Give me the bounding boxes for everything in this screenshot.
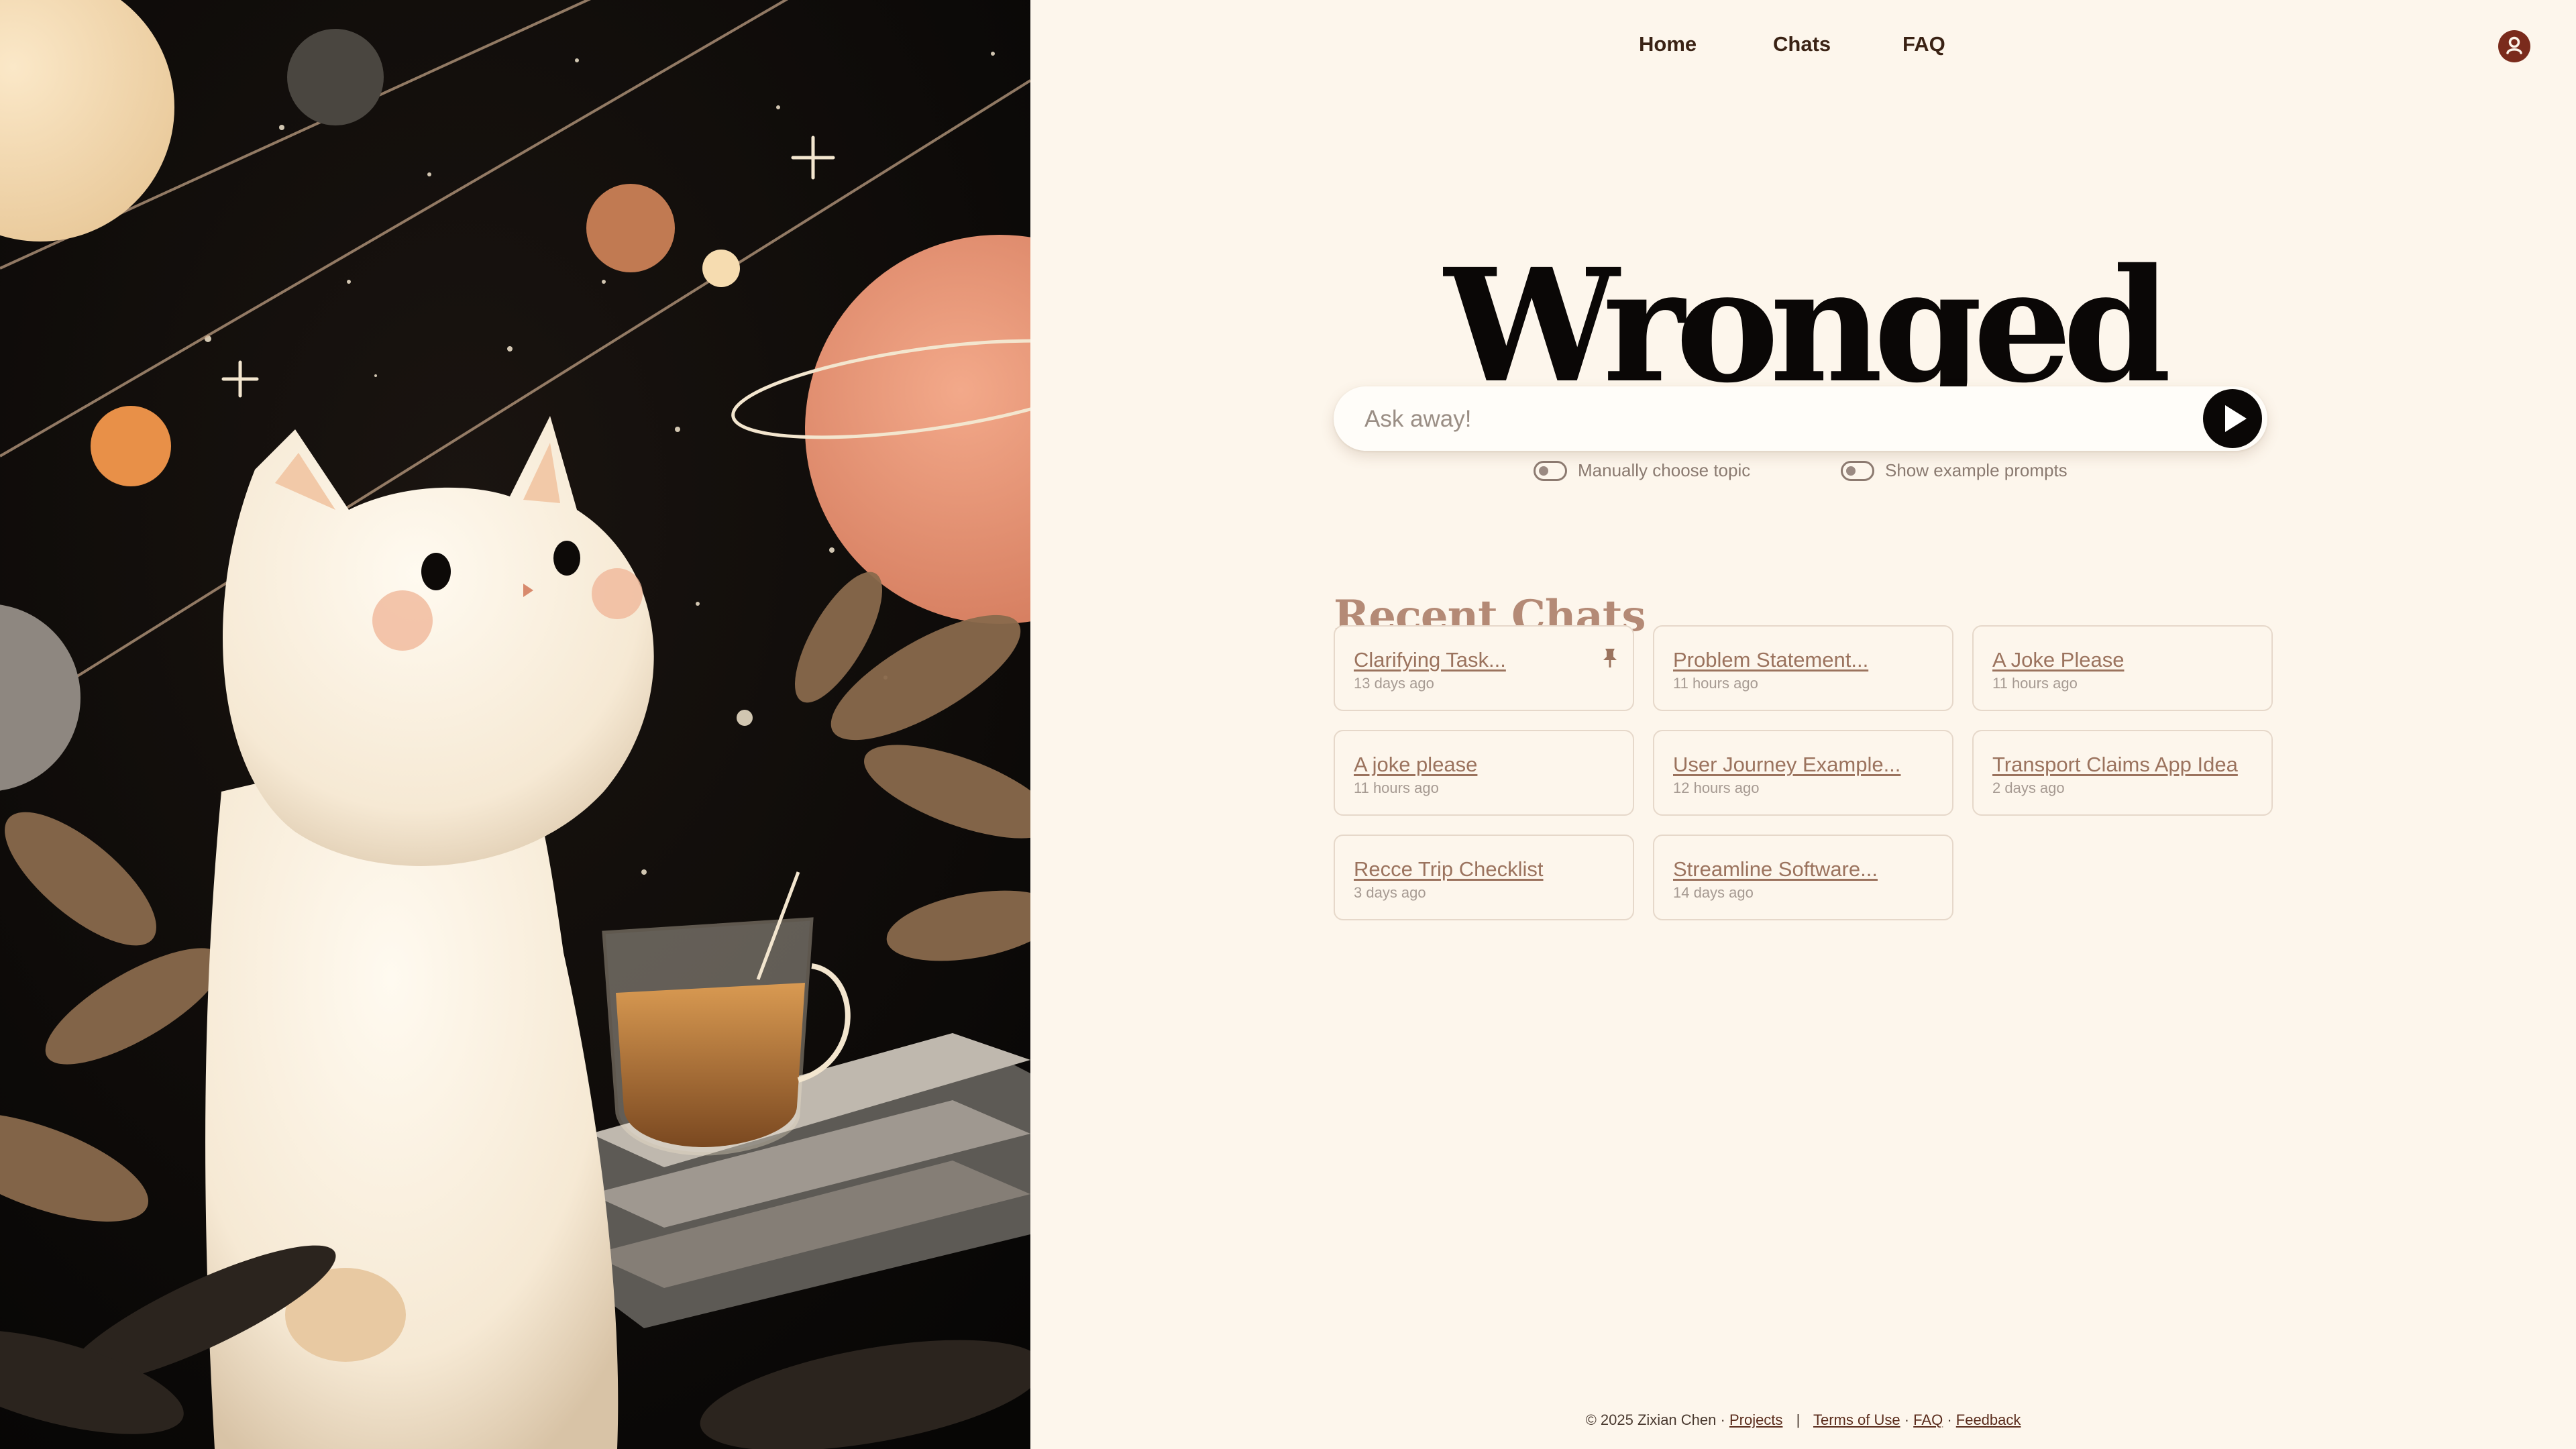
search-input[interactable] — [1363, 386, 2171, 452]
chat-card[interactable]: User Journey Example... 12 hours ago — [1653, 730, 1953, 816]
chat-card[interactable]: Streamline Software... 14 days ago — [1653, 835, 1953, 920]
chat-card-time: 3 days ago — [1354, 884, 1426, 901]
footer-terms-link[interactable]: Terms of Use — [1813, 1411, 1900, 1428]
cat-space-illustration — [0, 0, 1030, 1449]
page-footer: © 2025 Zixian Chen · Projects | Terms of… — [1030, 1411, 2576, 1429]
user-avatar-icon — [2506, 36, 2522, 54]
footer-separator: | — [1796, 1411, 1801, 1428]
main-panel: Home Chats FAQ Wronged Manually choose t… — [1030, 0, 2576, 1449]
brand-title: Wronged — [1444, 234, 2171, 418]
chat-card[interactable]: Clarifying Task... 13 days ago — [1334, 625, 1634, 711]
manual-topic-switch[interactable] — [1534, 460, 1567, 481]
chat-card[interactable]: A Joke Please 11 hours ago — [1972, 625, 2273, 711]
footer-dot: · — [1947, 1411, 1952, 1428]
example-prompts-toggle[interactable]: Show example prompts — [1841, 460, 2068, 481]
send-button[interactable] — [2203, 389, 2262, 448]
chat-card-time: 14 days ago — [1673, 884, 1754, 901]
example-prompts-switch[interactable] — [1841, 460, 1874, 481]
nav-home-link[interactable]: Home — [1639, 32, 1697, 56]
footer-copyright: © 2025 Zixian Chen · — [1585, 1411, 1725, 1428]
chat-card-time: 2 days ago — [1992, 780, 2065, 796]
chat-card-time: 11 hours ago — [1992, 675, 2078, 692]
toggle-row: Manually choose topic Show example promp… — [1030, 460, 2576, 487]
chat-card-title[interactable]: Transport Claims App Idea — [1992, 753, 2238, 777]
chat-card[interactable]: Recce Trip Checklist 3 days ago — [1334, 835, 1634, 920]
chat-card-time: 11 hours ago — [1673, 675, 1758, 692]
hero-illustration — [0, 0, 1030, 1449]
top-nav: Home Chats FAQ — [1030, 32, 2576, 62]
chat-card-title[interactable]: A joke please — [1354, 753, 1477, 777]
chat-card-time: 12 hours ago — [1673, 780, 1760, 796]
chat-card-time: 13 days ago — [1354, 675, 1434, 692]
user-avatar-button[interactable] — [2498, 30, 2530, 62]
manual-topic-label: Manually choose topic — [1578, 460, 1751, 480]
search-bar — [1334, 386, 2267, 452]
footer-faq-link[interactable]: FAQ — [1913, 1411, 1943, 1428]
footer-projects-link[interactable]: Projects — [1729, 1411, 1782, 1428]
manual-topic-toggle[interactable]: Manually choose topic — [1534, 460, 1750, 481]
example-prompts-label: Show example prompts — [1885, 460, 2068, 480]
chat-card-title[interactable]: A Joke Please — [1992, 648, 2124, 672]
chat-card-title[interactable]: Recce Trip Checklist — [1354, 857, 1544, 881]
pin-icon[interactable] — [1601, 647, 1619, 669]
footer-feedback-link[interactable]: Feedback — [1956, 1411, 2021, 1428]
play-send-icon — [2225, 405, 2247, 432]
chat-card[interactable]: A joke please 11 hours ago — [1334, 730, 1634, 816]
chat-card-title[interactable]: Clarifying Task... — [1354, 648, 1506, 672]
chat-card-title[interactable]: Streamline Software... — [1673, 857, 1878, 881]
footer-dot: · — [1904, 1411, 1910, 1428]
chat-card[interactable]: Transport Claims App Idea 2 days ago — [1972, 730, 2273, 816]
chat-card[interactable]: Problem Statement... 11 hours ago — [1653, 625, 1953, 711]
chat-card-title[interactable]: Problem Statement... — [1673, 648, 1868, 672]
chat-card-title[interactable]: User Journey Example... — [1673, 753, 1900, 777]
nav-chats-link[interactable]: Chats — [1773, 32, 1831, 56]
chat-card-time: 11 hours ago — [1354, 780, 1439, 796]
nav-faq-link[interactable]: FAQ — [1902, 32, 1945, 56]
